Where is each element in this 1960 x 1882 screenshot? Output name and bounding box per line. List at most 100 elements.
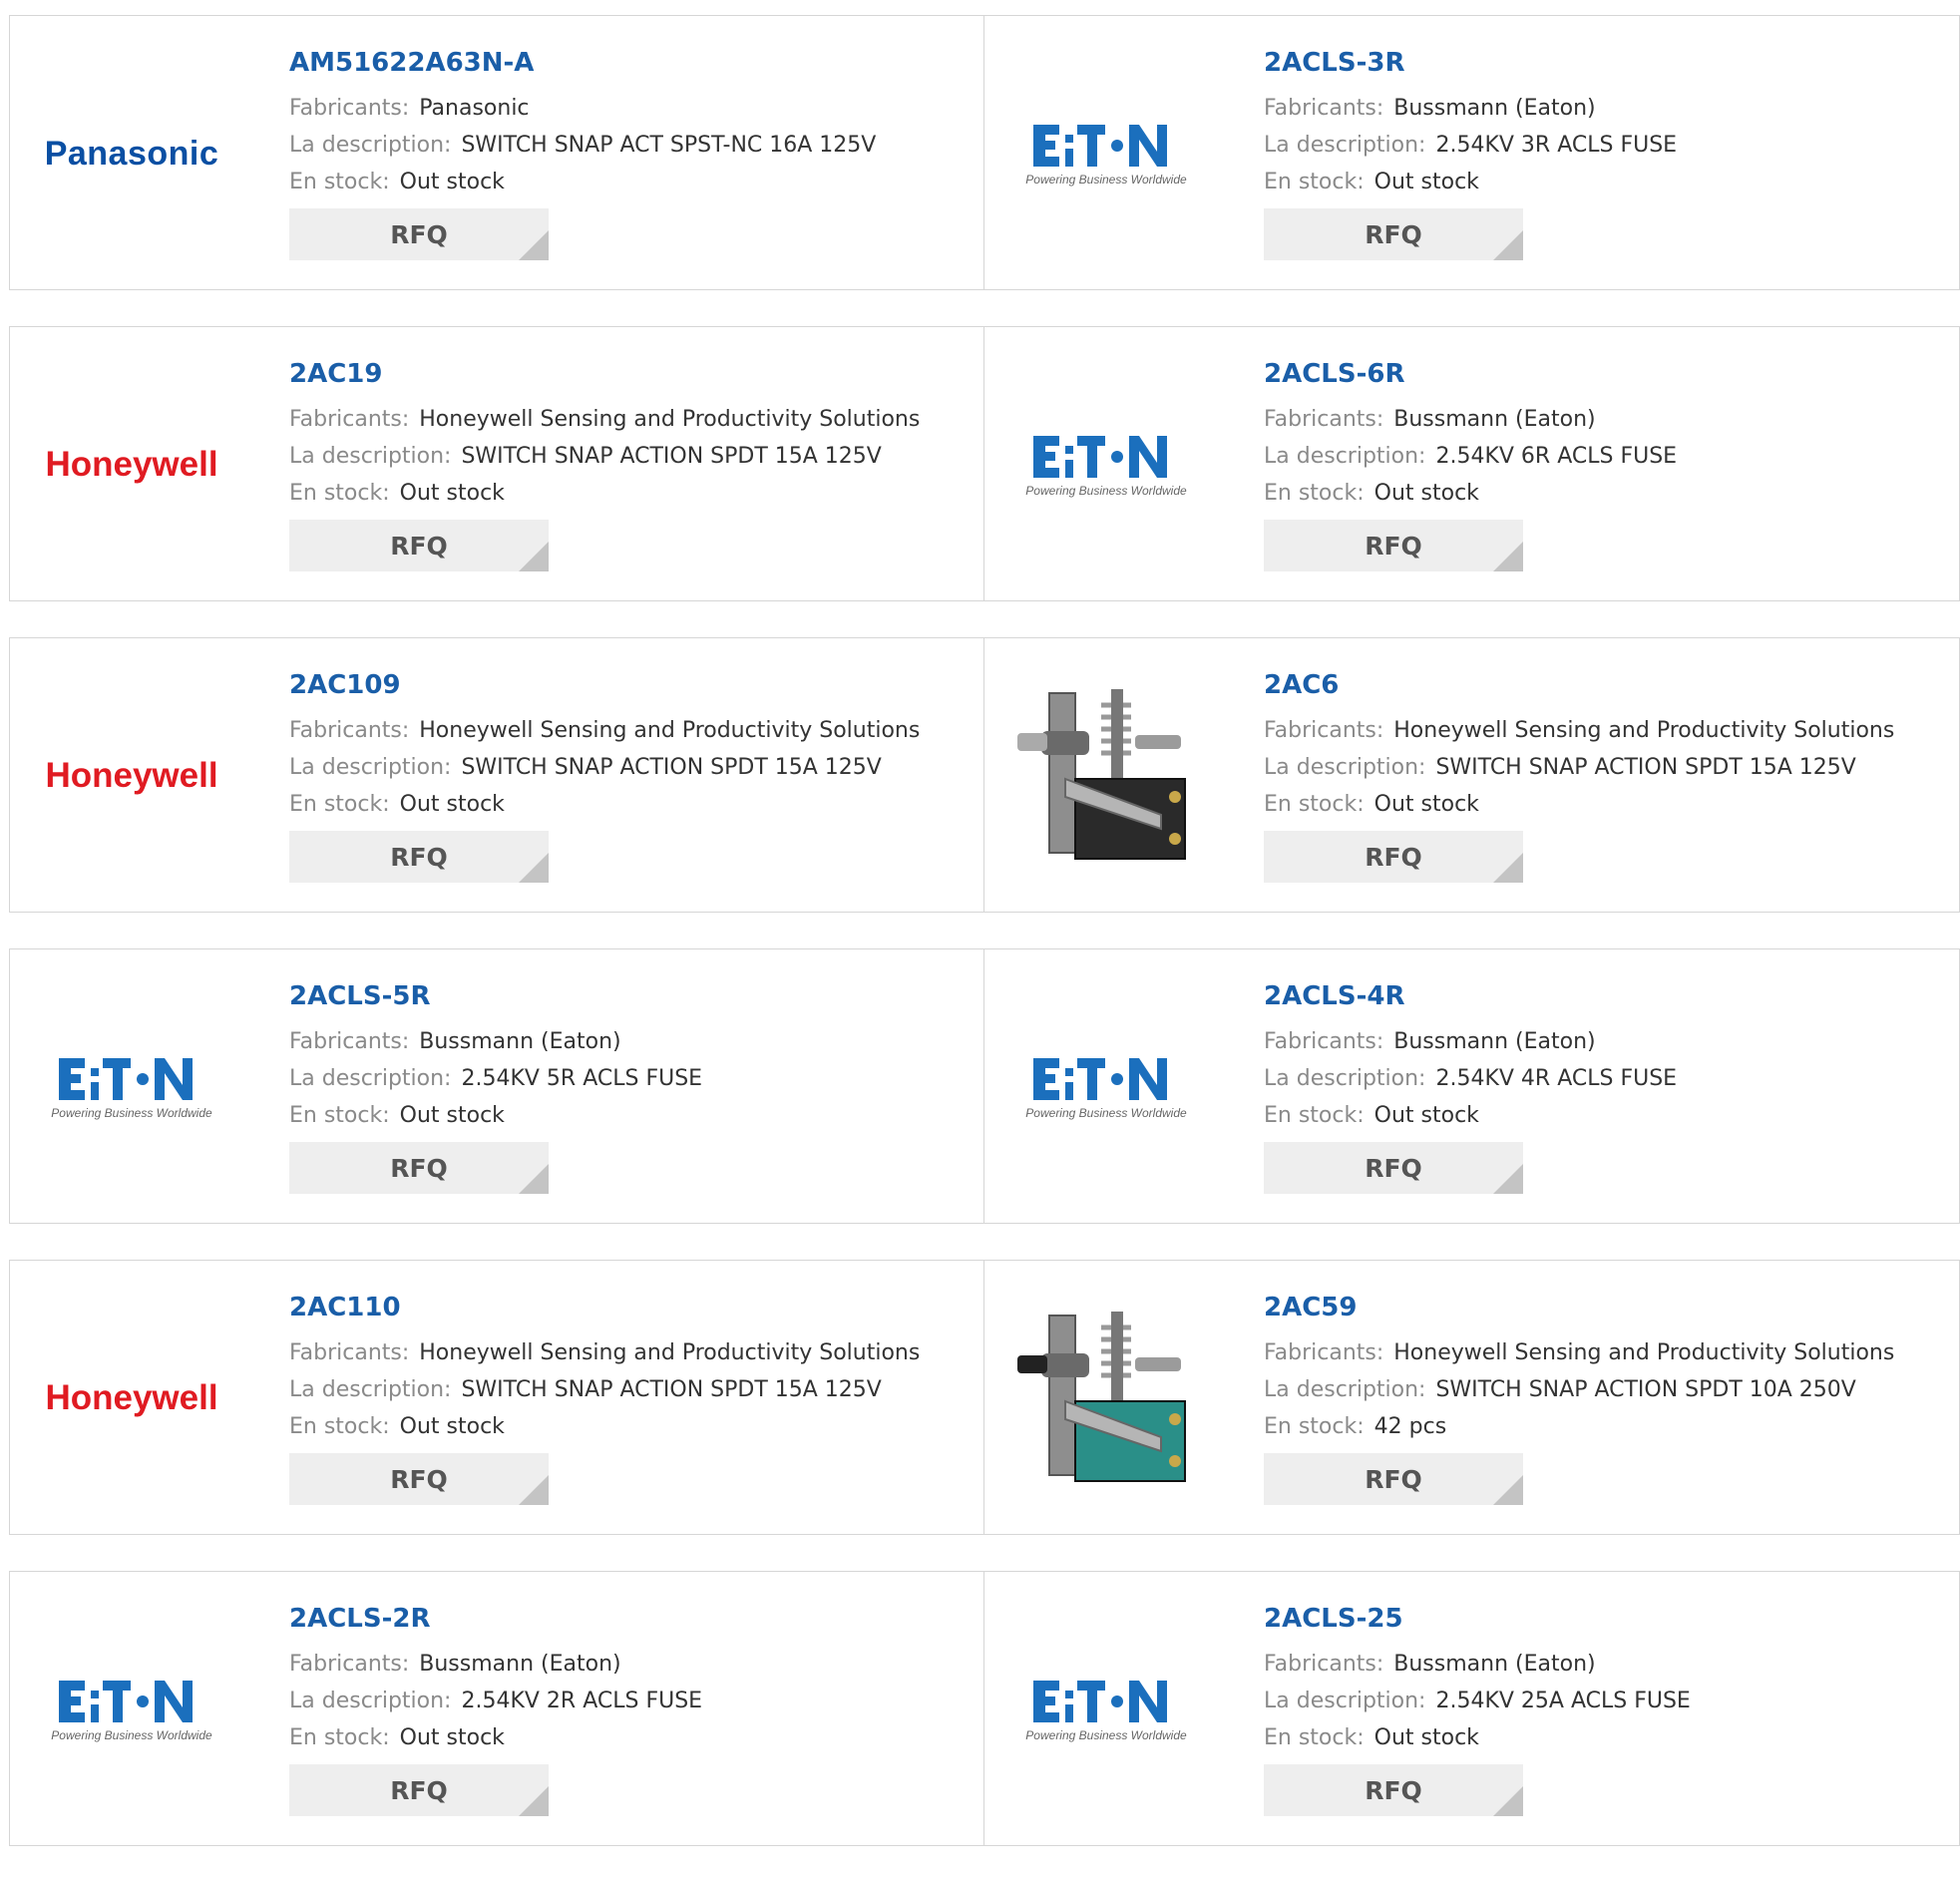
rfq-button[interactable]: RFQ bbox=[289, 208, 549, 260]
corner-triangle-icon bbox=[519, 1786, 549, 1816]
rfq-button[interactable]: RFQ bbox=[289, 1142, 549, 1194]
manufacturer-logo[interactable]: Honeywell bbox=[32, 696, 231, 856]
description-value: SWITCH SNAP ACTION SPDT 15A 125V bbox=[461, 1377, 882, 1402]
manufacturer-value: Bussmann (Eaton) bbox=[1393, 407, 1596, 432]
product-info: 2ACLS-25 Fabricants: Bussmann (Eaton) La … bbox=[1264, 1602, 1691, 1816]
corner-triangle-icon bbox=[1493, 1475, 1523, 1505]
part-number-link[interactable]: 2AC59 bbox=[1264, 1291, 1894, 1324]
manufacturer-logo[interactable]: Powering Business Worldwide bbox=[32, 1630, 231, 1789]
description-value: SWITCH SNAP ACTION SPDT 15A 125V bbox=[461, 755, 882, 780]
manufacturer-row: Fabricants: Bussmann (Eaton) bbox=[1264, 401, 1677, 438]
product-card: Powering Business Worldwide 2ACLS-6R Fab… bbox=[984, 326, 1960, 601]
part-number-link[interactable]: AM51622A63N-A bbox=[289, 46, 876, 80]
product-row: Powering Business Worldwide 2ACLS-2R Fab… bbox=[9, 1571, 1960, 1846]
rfq-button[interactable]: RFQ bbox=[1264, 1453, 1523, 1505]
stock-value: Out stock bbox=[1373, 481, 1479, 506]
stock-label: En stock: bbox=[1264, 1414, 1365, 1439]
stock-value: Out stock bbox=[1373, 1725, 1479, 1750]
manufacturer-label: Fabricants: bbox=[289, 1340, 410, 1365]
eaton-tagline: Powering Business Worldwide bbox=[51, 1106, 212, 1120]
stock-value: Out stock bbox=[1373, 1103, 1479, 1128]
part-number-link[interactable]: 2AC19 bbox=[289, 357, 920, 391]
rfq-label: RFQ bbox=[1365, 1775, 1422, 1805]
manufacturer-logo[interactable]: Powering Business Worldwide bbox=[1006, 1630, 1206, 1789]
manufacturer-logo[interactable]: Powering Business Worldwide bbox=[1006, 74, 1206, 233]
stock-label: En stock: bbox=[1264, 792, 1365, 817]
eaton-logo: Powering Business Worldwide bbox=[1025, 1054, 1187, 1120]
rfq-label: RFQ bbox=[390, 531, 448, 561]
rfq-button[interactable]: RFQ bbox=[289, 1453, 549, 1505]
manufacturer-label: Fabricants: bbox=[1264, 718, 1384, 743]
snap-switch-icon bbox=[1011, 679, 1201, 869]
eaton-tagline: Powering Business Worldwide bbox=[1025, 1728, 1187, 1742]
manufacturer-row: Fabricants: Bussmann (Eaton) bbox=[289, 1646, 702, 1683]
description-row: La description: SWITCH SNAP ACTION SPDT 1… bbox=[289, 749, 920, 786]
stock-row: En stock: Out stock bbox=[289, 1719, 702, 1756]
manufacturer-value: Bussmann (Eaton) bbox=[1393, 96, 1596, 121]
description-label: La description: bbox=[1264, 444, 1426, 469]
rfq-button[interactable]: RFQ bbox=[289, 520, 549, 571]
description-value: SWITCH SNAP ACTION SPDT 10A 250V bbox=[1435, 1377, 1856, 1402]
stock-value: Out stock bbox=[399, 170, 505, 194]
part-number-link[interactable]: 2AC109 bbox=[289, 668, 920, 702]
manufacturer-label: Fabricants: bbox=[289, 1652, 410, 1677]
rfq-button[interactable]: RFQ bbox=[1264, 831, 1523, 883]
manufacturer-label: Fabricants: bbox=[1264, 1652, 1384, 1677]
honeywell-logo: Honeywell bbox=[45, 445, 218, 484]
product-row: Powering Business Worldwide 2ACLS-5R Fab… bbox=[9, 948, 1960, 1224]
part-number-link[interactable]: 2ACLS-6R bbox=[1264, 357, 1677, 391]
corner-triangle-icon bbox=[1493, 542, 1523, 571]
manufacturer-logo[interactable]: Powering Business Worldwide bbox=[1006, 1007, 1206, 1167]
stock-row: En stock: Out stock bbox=[289, 1097, 702, 1134]
product-info: 2AC109 Fabricants: Honeywell Sensing and … bbox=[289, 668, 920, 883]
eaton-logo: Powering Business Worldwide bbox=[51, 1054, 212, 1120]
manufacturer-row: Fabricants: Bussmann (Eaton) bbox=[1264, 1646, 1691, 1683]
product-card: 2AC59 Fabricants: Honeywell Sensing and P… bbox=[984, 1260, 1960, 1535]
manufacturer-value: Panasonic bbox=[419, 96, 530, 121]
rfq-button[interactable]: RFQ bbox=[1264, 520, 1523, 571]
part-number-link[interactable]: 2ACLS-3R bbox=[1264, 46, 1677, 80]
rfq-button[interactable]: RFQ bbox=[289, 831, 549, 883]
product-info: 2AC110 Fabricants: Honeywell Sensing and … bbox=[289, 1291, 920, 1505]
corner-triangle-icon bbox=[519, 1164, 549, 1194]
part-number-link[interactable]: 2ACLS-4R bbox=[1264, 979, 1677, 1013]
rfq-button[interactable]: RFQ bbox=[1264, 1142, 1523, 1194]
rfq-button[interactable]: RFQ bbox=[289, 1764, 549, 1816]
manufacturer-value: Honeywell Sensing and Productivity Solut… bbox=[419, 718, 921, 743]
corner-triangle-icon bbox=[519, 542, 549, 571]
manufacturer-logo[interactable]: Honeywell bbox=[32, 385, 231, 545]
rfq-button[interactable]: RFQ bbox=[1264, 208, 1523, 260]
product-info: AM51622A63N-A Fabricants: Panasonic La de… bbox=[289, 46, 876, 260]
manufacturer-logo[interactable]: Honeywell bbox=[32, 1318, 231, 1478]
part-number-link[interactable]: 2ACLS-25 bbox=[1264, 1602, 1691, 1636]
stock-value: Out stock bbox=[399, 1414, 505, 1439]
part-number-link[interactable]: 2ACLS-5R bbox=[289, 979, 702, 1013]
rfq-button[interactable]: RFQ bbox=[1264, 1764, 1523, 1816]
manufacturer-logo[interactable]: Powering Business Worldwide bbox=[1006, 385, 1206, 545]
description-label: La description: bbox=[1264, 1066, 1426, 1091]
description-row: La description: 2.54KV 4R ACLS FUSE bbox=[1264, 1060, 1677, 1097]
product-card: Honeywell 2AC109 Fabricants: Honeywell Se… bbox=[9, 637, 984, 913]
rfq-label: RFQ bbox=[1365, 842, 1422, 872]
description-row: La description: SWITCH SNAP ACTION SPDT 1… bbox=[1264, 749, 1894, 786]
manufacturer-row: Fabricants: Bussmann (Eaton) bbox=[289, 1023, 702, 1060]
manufacturer-row: Fabricants: Honeywell Sensing and Product… bbox=[289, 1334, 920, 1371]
manufacturer-logo[interactable]: Panasonic bbox=[32, 74, 231, 233]
product-card: Powering Business Worldwide 2ACLS-25 Fab… bbox=[984, 1571, 1960, 1846]
honeywell-logo: Honeywell bbox=[45, 1378, 218, 1417]
rfq-label: RFQ bbox=[1365, 1464, 1422, 1494]
rfq-label: RFQ bbox=[1365, 1153, 1422, 1183]
corner-triangle-icon bbox=[1493, 1786, 1523, 1816]
manufacturer-logo[interactable]: Powering Business Worldwide bbox=[32, 1007, 231, 1167]
description-value: 2.54KV 5R ACLS FUSE bbox=[461, 1066, 703, 1091]
part-number-link[interactable]: 2ACLS-2R bbox=[289, 1602, 702, 1636]
manufacturer-row: Fabricants: Panasonic bbox=[289, 90, 876, 127]
product-info: 2AC19 Fabricants: Honeywell Sensing and P… bbox=[289, 357, 920, 571]
manufacturer-logo[interactable] bbox=[1006, 679, 1206, 869]
manufacturer-row: Fabricants: Bussmann (Eaton) bbox=[1264, 1023, 1677, 1060]
part-number-link[interactable]: 2AC6 bbox=[1264, 668, 1894, 702]
stock-label: En stock: bbox=[1264, 1725, 1365, 1750]
stock-value: 42 pcs bbox=[1373, 1414, 1447, 1439]
part-number-link[interactable]: 2AC110 bbox=[289, 1291, 920, 1324]
manufacturer-logo[interactable] bbox=[1006, 1302, 1206, 1491]
